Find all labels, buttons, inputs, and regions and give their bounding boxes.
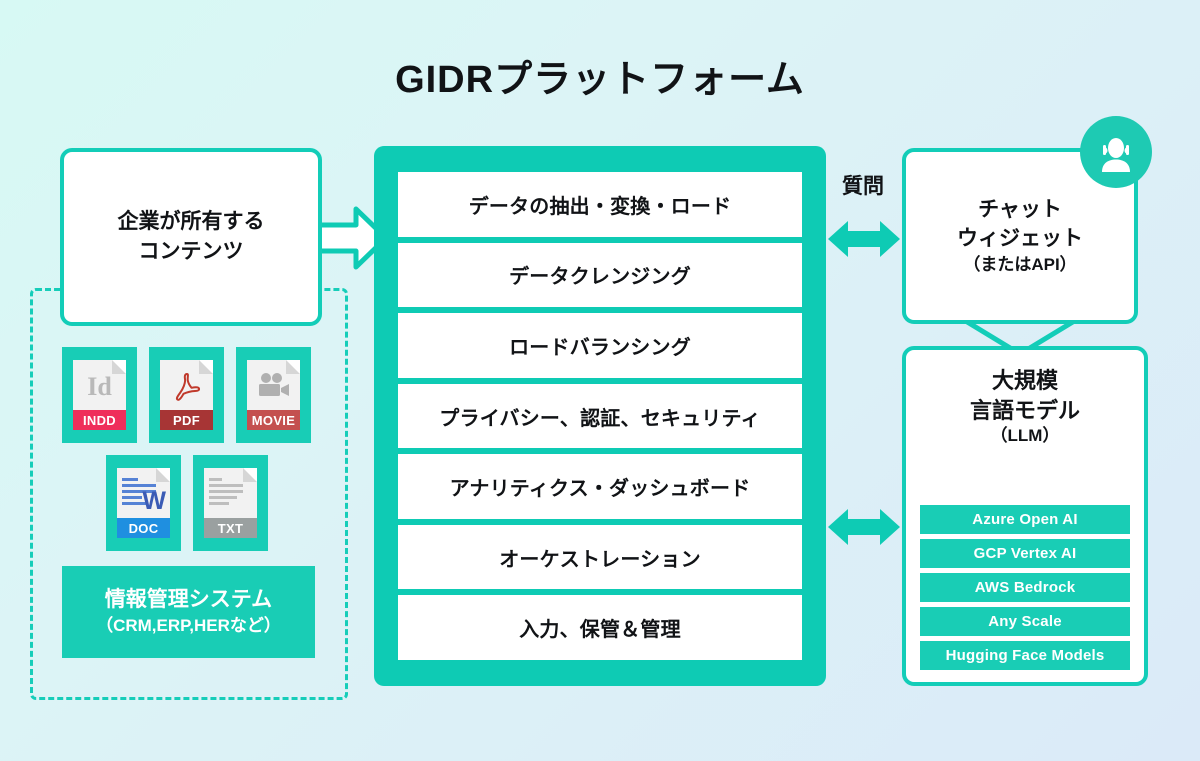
info-management-system-box: 情報管理システム （CRM,ERP,HERなど） — [62, 566, 315, 658]
platform-row: ロードバランシング — [398, 313, 802, 378]
file-type-row-primary: Id INDD PDF MOVIE — [62, 347, 311, 443]
file-tile-movie: MOVIE — [236, 347, 311, 443]
file-label-txt: TXT — [204, 518, 257, 538]
double-arrow-horizontal-icon — [828, 212, 900, 266]
movie-file-icon — [247, 366, 300, 408]
pdf-file-icon — [160, 366, 213, 408]
indesign-file-icon: Id — [87, 372, 112, 401]
double-arrow-horizontal-icon — [828, 500, 900, 554]
gidr-platform-panel: データの抽出・変換・ロード データクレンジング ロードバランシング プライバシー… — [374, 146, 826, 686]
file-label-pdf: PDF — [160, 410, 213, 430]
llm-provider-item: Hugging Face Models — [920, 641, 1130, 670]
info-system-line-1: 情報管理システム — [104, 588, 273, 612]
owned-content-line-2: コンテンツ — [138, 240, 244, 263]
chat-widget-line-1: チャット — [978, 197, 1062, 221]
support-agent-icon — [1080, 116, 1152, 188]
file-tile-indd: Id INDD — [62, 347, 137, 443]
file-type-row-secondary: W DOC TXT — [106, 455, 268, 551]
llm-card: 大規模 言語モデル （LLM） Azure Open AI GCP Vertex… — [902, 346, 1148, 686]
llm-line-3: （LLM） — [990, 426, 1060, 446]
file-label-movie: MOVIE — [247, 410, 300, 430]
llm-provider-item: Azure Open AI — [920, 505, 1130, 534]
word-file-icon: W — [117, 474, 170, 516]
llm-line-1: 大規模 — [991, 368, 1058, 393]
platform-row: プライバシー、認証、セキュリティ — [398, 383, 802, 449]
question-label: 質問 — [842, 175, 884, 198]
text-lines-decoration — [209, 478, 243, 508]
llm-provider-list: Azure Open AI GCP Vertex AI AWS Bedrock … — [920, 458, 1130, 670]
platform-row: 入力、保管＆管理 — [398, 595, 802, 661]
platform-row: データクレンジング — [398, 242, 802, 308]
platform-row: アナリティクス・ダッシュボード — [398, 454, 802, 519]
platform-row: データの抽出・変換・ロード — [398, 172, 802, 237]
platform-row: オーケストレーション — [398, 524, 802, 590]
file-label-indd: INDD — [73, 410, 126, 430]
file-tile-pdf: PDF — [149, 347, 224, 443]
page-title: GIDRプラットフォーム — [395, 59, 805, 101]
llm-line-2: 言語モデル — [969, 397, 1080, 423]
owned-content-card: 企業が所有する コンテンツ — [60, 148, 322, 326]
file-label-doc: DOC — [117, 518, 170, 538]
chat-widget-line-2: ウィジェット — [957, 227, 1083, 251]
llm-provider-item: Any Scale — [920, 607, 1130, 636]
info-system-line-2: （CRM,ERP,HERなど） — [96, 615, 281, 635]
owned-content-line-1: 企業が所有する — [117, 209, 265, 233]
llm-provider-item: AWS Bedrock — [920, 573, 1130, 602]
llm-provider-item: GCP Vertex AI — [920, 539, 1130, 568]
file-tile-doc: W DOC — [106, 455, 181, 551]
chat-widget-line-3: （またはAPI） — [963, 255, 1077, 275]
file-tile-txt: TXT — [193, 455, 268, 551]
text-file-icon — [204, 474, 257, 516]
